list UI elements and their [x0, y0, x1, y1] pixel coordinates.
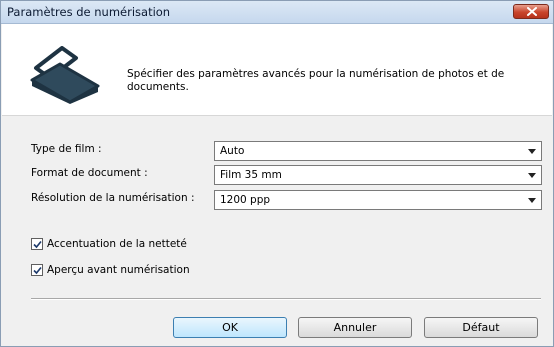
chevron-down-icon: [528, 149, 536, 154]
scan-resolution-label: Résolution de la numérisation :: [31, 192, 195, 204]
chevron-down-icon: [528, 198, 536, 203]
film-type-value: Auto: [220, 145, 245, 157]
dialog-description: Spécifier des paramètres avancés pour la…: [127, 68, 505, 93]
preview-label[interactable]: Aperçu avant numérisation: [47, 264, 190, 276]
preview-checkbox[interactable]: [31, 264, 43, 276]
close-icon: [527, 7, 537, 16]
close-button[interactable]: [513, 4, 549, 19]
default-button[interactable]: Défaut: [424, 317, 538, 338]
scan-resolution-select[interactable]: 1200 ppp: [214, 190, 542, 210]
scanner-icon: [30, 46, 100, 104]
window-title: Paramètres de numérisation: [7, 5, 171, 19]
separator: [31, 298, 541, 300]
sharpen-label[interactable]: Accentuation de la netteté: [47, 238, 187, 250]
checkmark-icon: [33, 240, 42, 249]
dialog-header: Spécifier des paramètres avancés pour la…: [2, 24, 552, 116]
document-format-select[interactable]: Film 35 mm: [214, 165, 542, 185]
title-bar: Paramètres de numérisation: [1, 1, 553, 24]
sharpen-checkbox[interactable]: [31, 238, 43, 250]
document-format-value: Film 35 mm: [220, 169, 282, 181]
document-format-label: Format de document :: [31, 167, 148, 179]
scan-resolution-value: 1200 ppp: [220, 194, 271, 206]
cancel-button[interactable]: Annuler: [298, 317, 412, 338]
chevron-down-icon: [528, 173, 536, 178]
film-type-label: Type de film :: [31, 143, 102, 155]
scan-settings-dialog: Paramètres de numérisation Spécifier des…: [0, 0, 554, 347]
film-type-select[interactable]: Auto: [214, 141, 542, 161]
ok-button[interactable]: OK: [173, 317, 287, 338]
checkmark-icon: [33, 266, 42, 275]
